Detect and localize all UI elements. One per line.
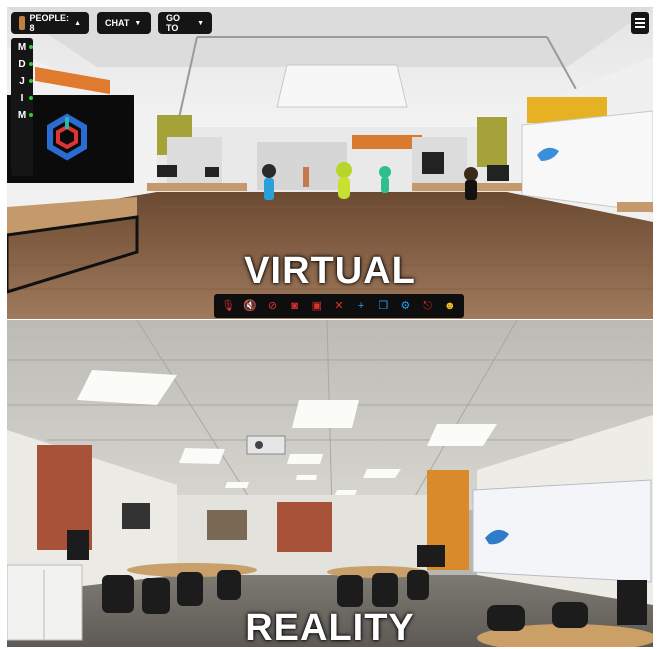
real-room-photo — [7, 320, 653, 647]
tools-icon[interactable]: ✕ — [331, 298, 347, 314]
mic-muted-icon[interactable]: 🎙 — [220, 298, 236, 314]
settings-icon[interactable]: ⚙ — [397, 298, 413, 314]
online-status-dot — [29, 45, 33, 49]
online-status-dot — [29, 62, 33, 66]
chat-label: CHAT — [105, 18, 130, 28]
online-status-dot — [29, 96, 33, 100]
person-item[interactable]: J — [13, 76, 33, 87]
virtual-caption: VIRTUAL — [244, 250, 416, 292]
people-button[interactable]: PEOPLE: 8 ▲ — [11, 12, 89, 34]
person-initial: I — [20, 93, 24, 104]
screen-share-icon[interactable]: ▣ — [309, 298, 325, 314]
chevron-down-icon: ▼ — [197, 19, 204, 27]
goto-label: GO TO — [166, 13, 181, 33]
person-item[interactable]: M — [13, 42, 33, 53]
online-status-dot — [29, 79, 33, 83]
person-initial: M — [17, 110, 27, 121]
chevron-up-icon: ▲ — [74, 19, 81, 27]
person-initial: D — [18, 59, 26, 70]
camera-off-icon[interactable]: ⊘ — [264, 298, 280, 314]
chevron-down-icon: ▼ — [134, 19, 142, 27]
chat-button[interactable]: CHAT ▼ — [97, 12, 151, 34]
virtual-panel: PEOPLE: 8 ▲ CHAT ▼ GO TO ▼ M D J I M VIR… — [7, 7, 653, 319]
person-initial: J — [19, 76, 25, 87]
reality-caption: REALITY — [245, 607, 415, 647]
reality-panel: REALITY — [7, 320, 653, 647]
goto-button[interactable]: GO TO ▼ — [158, 12, 212, 34]
exit-icon[interactable]: ⎋ — [420, 298, 436, 314]
person-item[interactable]: M — [13, 110, 33, 121]
emoji-icon[interactable]: ☻ — [442, 298, 458, 314]
speaker-muted-icon[interactable]: 🔇 — [242, 298, 258, 314]
people-label: PEOPLE: 8 — [29, 13, 70, 33]
people-list: M D J I M — [11, 38, 33, 176]
person-item[interactable]: D — [13, 59, 33, 70]
bottom-toolbar: 🎙 🔇 ⊘ ◙ ▣ ✕ + ❐ ⚙ ⎋ ☻ — [214, 294, 464, 318]
window-icon[interactable]: ❐ — [375, 298, 391, 314]
person-item[interactable]: I — [13, 93, 33, 104]
record-icon[interactable]: ◙ — [287, 298, 303, 314]
person-initial: M — [17, 42, 27, 53]
online-status-dot — [29, 113, 33, 117]
user-avatar-icon — [19, 16, 25, 30]
plus-icon[interactable]: + — [353, 298, 369, 314]
hamburger-menu-icon[interactable] — [631, 12, 649, 34]
